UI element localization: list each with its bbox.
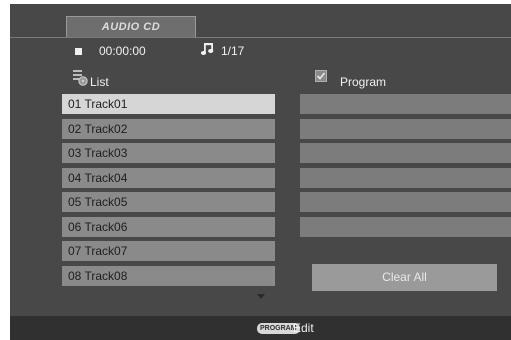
program-slot[interactable] [300, 216, 511, 237]
list-item[interactable]: 08 Track08 [62, 265, 275, 286]
audio-cd-screen: AUDIO CD 00:00:00 1/17 List Program 01 T… [10, 4, 511, 340]
program-slot[interactable] [300, 94, 511, 114]
list-item[interactable]: 07 Track07 [62, 241, 275, 261]
list-item[interactable]: 05 Track05 [62, 192, 275, 212]
program-slot[interactable] [300, 167, 511, 188]
program-slot[interactable] [300, 192, 511, 212]
list-item[interactable]: 01 Track01 [62, 94, 275, 114]
edit-label: Edit [293, 321, 314, 335]
list-item[interactable]: 06 Track06 [62, 216, 275, 237]
scroll-down-arrow-icon[interactable] [257, 294, 265, 299]
list-item[interactable]: 02 Track02 [62, 118, 275, 139]
list-item[interactable]: 04 Track04 [62, 167, 275, 188]
playback-time: 00:00:00 [99, 44, 146, 58]
track-list: 01 Track01 02 Track02 03 Track03 04 Trac… [62, 94, 275, 290]
track-counter: 1/17 [221, 44, 245, 58]
tab-audio-cd[interactable]: AUDIO CD [66, 16, 196, 37]
program-checkbox[interactable] [315, 70, 327, 82]
list-item[interactable]: 03 Track03 [62, 143, 275, 163]
header-divider [10, 37, 511, 38]
program-label: Program [340, 75, 387, 89]
program-slot[interactable] [300, 118, 511, 139]
stop-icon [75, 48, 82, 55]
clear-all-button[interactable]: Clear All [312, 264, 497, 291]
program-slot[interactable] [300, 143, 511, 163]
program-list [300, 94, 511, 241]
music-note-icon [200, 42, 214, 61]
list-icon [73, 70, 88, 91]
list-label: List [90, 75, 109, 89]
